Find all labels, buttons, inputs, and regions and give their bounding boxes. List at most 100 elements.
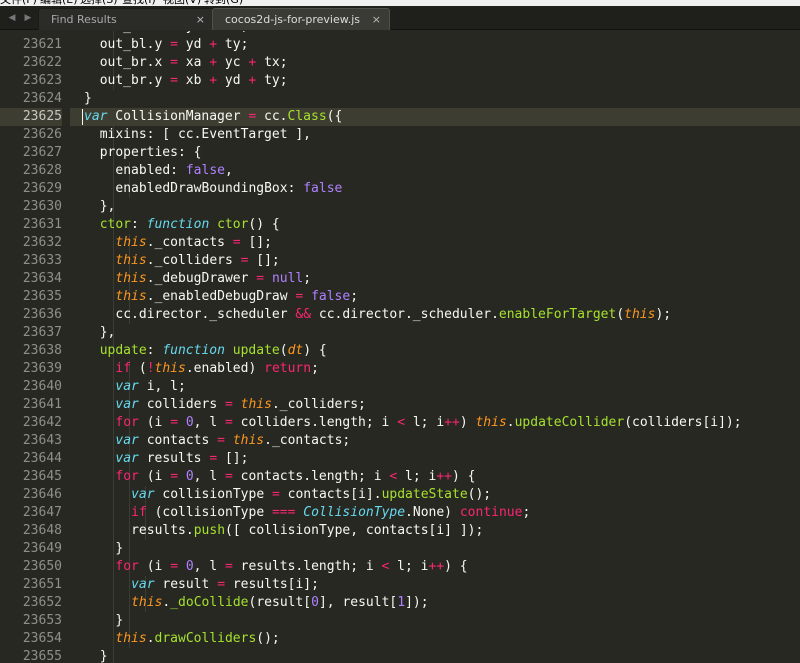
code-line: mixins: [ cc.EventTarget ], <box>100 126 311 144</box>
code-token: xb <box>177 73 210 88</box>
indent-guide <box>113 234 115 252</box>
code-token: if <box>115 361 132 376</box>
code-line: out_bl.y = yd + ty; <box>100 36 249 54</box>
close-icon[interactable]: × <box>372 9 381 30</box>
indent-guide <box>113 504 115 522</box>
line-number: 23642 <box>22 415 62 430</box>
indent-guide <box>129 522 131 540</box>
indent-guide <box>113 540 115 558</box>
code-token: ); <box>655 307 672 322</box>
indent-guide <box>129 612 131 630</box>
code-token: mixins: [ cc.EventTarget ], <box>99 127 312 142</box>
indent-guide <box>129 504 131 522</box>
code-line: for (i = 0, l = results.length; i < l; i… <box>115 558 467 576</box>
code-token: (collisionType <box>146 505 272 520</box>
code-token: this <box>115 289 147 304</box>
code-line: this._enabledDebugDraw = false; <box>115 288 358 306</box>
code-token: ++ <box>444 415 460 430</box>
code-token: ++ <box>428 559 445 574</box>
code-token: out_bl.x = yc + tx; <box>100 31 249 34</box>
line-number: 23645 <box>22 469 62 484</box>
code-token: ty; <box>256 73 288 88</box>
code-token: CollisionManager <box>107 109 249 124</box>
code-token: ._colliders <box>146 253 241 268</box>
code-token: var <box>115 379 139 394</box>
line-number: 23627 <box>22 145 62 160</box>
code-token: continue <box>459 505 523 520</box>
line-number-gutter: 2362023621236222362323624236252362623627… <box>0 31 70 663</box>
line-number: 23640 <box>22 379 62 394</box>
line-number: 23625 <box>0 108 62 126</box>
code-line: } <box>84 90 92 108</box>
indent-guide <box>113 432 115 450</box>
code-line: var CollisionManager = cc.Class({ <box>84 108 342 126</box>
code-token: tx; <box>256 55 288 70</box>
code-token: if <box>131 505 147 520</box>
indent-guide <box>113 612 115 630</box>
code-token: yd <box>217 73 249 88</box>
code-token: out_bl.y <box>99 37 171 52</box>
line-number: 23626 <box>22 127 62 142</box>
line-number: 23624 <box>22 91 62 106</box>
code-token: = <box>224 559 233 574</box>
indent-guide <box>113 360 115 378</box>
code-line: for (i = 0, l = colliders.length; i < l;… <box>115 414 741 432</box>
code-token: ) { <box>444 559 468 574</box>
code-token: for <box>115 469 139 484</box>
code-token: enabledDrawBoundingBox: <box>115 181 304 196</box>
code-line: var i, l; <box>115 378 185 396</box>
line-number: 23647 <box>22 505 62 520</box>
code-token: (i <box>138 415 171 430</box>
code-line: var colliders = this._colliders; <box>115 396 365 414</box>
code-token: ._debugDrawer <box>146 271 257 286</box>
line-number: 23631 <box>22 217 62 232</box>
tab-find-results[interactable]: Find Results × <box>38 8 214 30</box>
line-number: 23648 <box>22 523 62 538</box>
indent-guide <box>113 180 115 198</box>
line-number: 23630 <box>22 199 62 214</box>
indent-guide <box>113 288 115 306</box>
tab-bar: ◀ ▶ Find Results × cocos2d-js-for-previe… <box>0 6 800 30</box>
code-token: < <box>389 469 398 484</box>
indent-guide <box>113 522 115 540</box>
code-token: ; <box>311 361 319 376</box>
line-number: 23629 <box>22 181 62 196</box>
line-number: 23628 <box>22 163 62 178</box>
line-number: 23644 <box>22 451 62 466</box>
code-line: this.drawColliders(); <box>115 630 279 648</box>
code-token: = <box>209 451 218 466</box>
code-token: ._colliders; <box>271 397 366 412</box>
code-token: = <box>170 559 179 574</box>
tab-forward-icon[interactable]: ▶ <box>20 6 36 30</box>
tab-cocos2d-js-for-preview[interactable]: cocos2d-js-for-preview.js × <box>212 8 390 30</box>
code-token: colliders.length; i <box>232 415 398 430</box>
line-number: 23637 <box>22 325 62 340</box>
code-token: false <box>185 163 225 178</box>
code-line: results.push([ collisionType, contacts[i… <box>131 522 483 540</box>
code-token: ({ <box>326 109 343 124</box>
tab-back-icon[interactable]: ◀ <box>4 6 20 30</box>
code-token: this <box>154 361 186 376</box>
code-token: }, <box>99 325 116 340</box>
code-token: ._enabledDebugDraw <box>146 289 296 304</box>
code-token: for <box>115 415 139 430</box>
code-token: + <box>209 37 218 52</box>
code-token: = <box>271 487 280 502</box>
code-line: for (i = 0, l = contacts.length; i < l; … <box>115 468 475 486</box>
code-area[interactable]: out_bl.x = yc + tx;out_bl.y = yd + ty;ou… <box>70 31 800 663</box>
code-token: () { <box>248 217 280 232</box>
code-line: } <box>115 612 123 630</box>
code-token: contacts.length; i <box>232 469 390 484</box>
code-token: colliders <box>138 397 225 412</box>
code-token: yc <box>217 55 249 70</box>
code-editor[interactable]: 2362023621236222362323624236252362623627… <box>0 31 800 663</box>
indent-guide <box>113 576 115 594</box>
code-token: ) { <box>451 469 476 484</box>
code-token: var <box>115 397 139 412</box>
code-token: false <box>311 289 351 304</box>
close-icon[interactable]: × <box>196 9 205 30</box>
tab-label: Find Results <box>51 13 117 26</box>
